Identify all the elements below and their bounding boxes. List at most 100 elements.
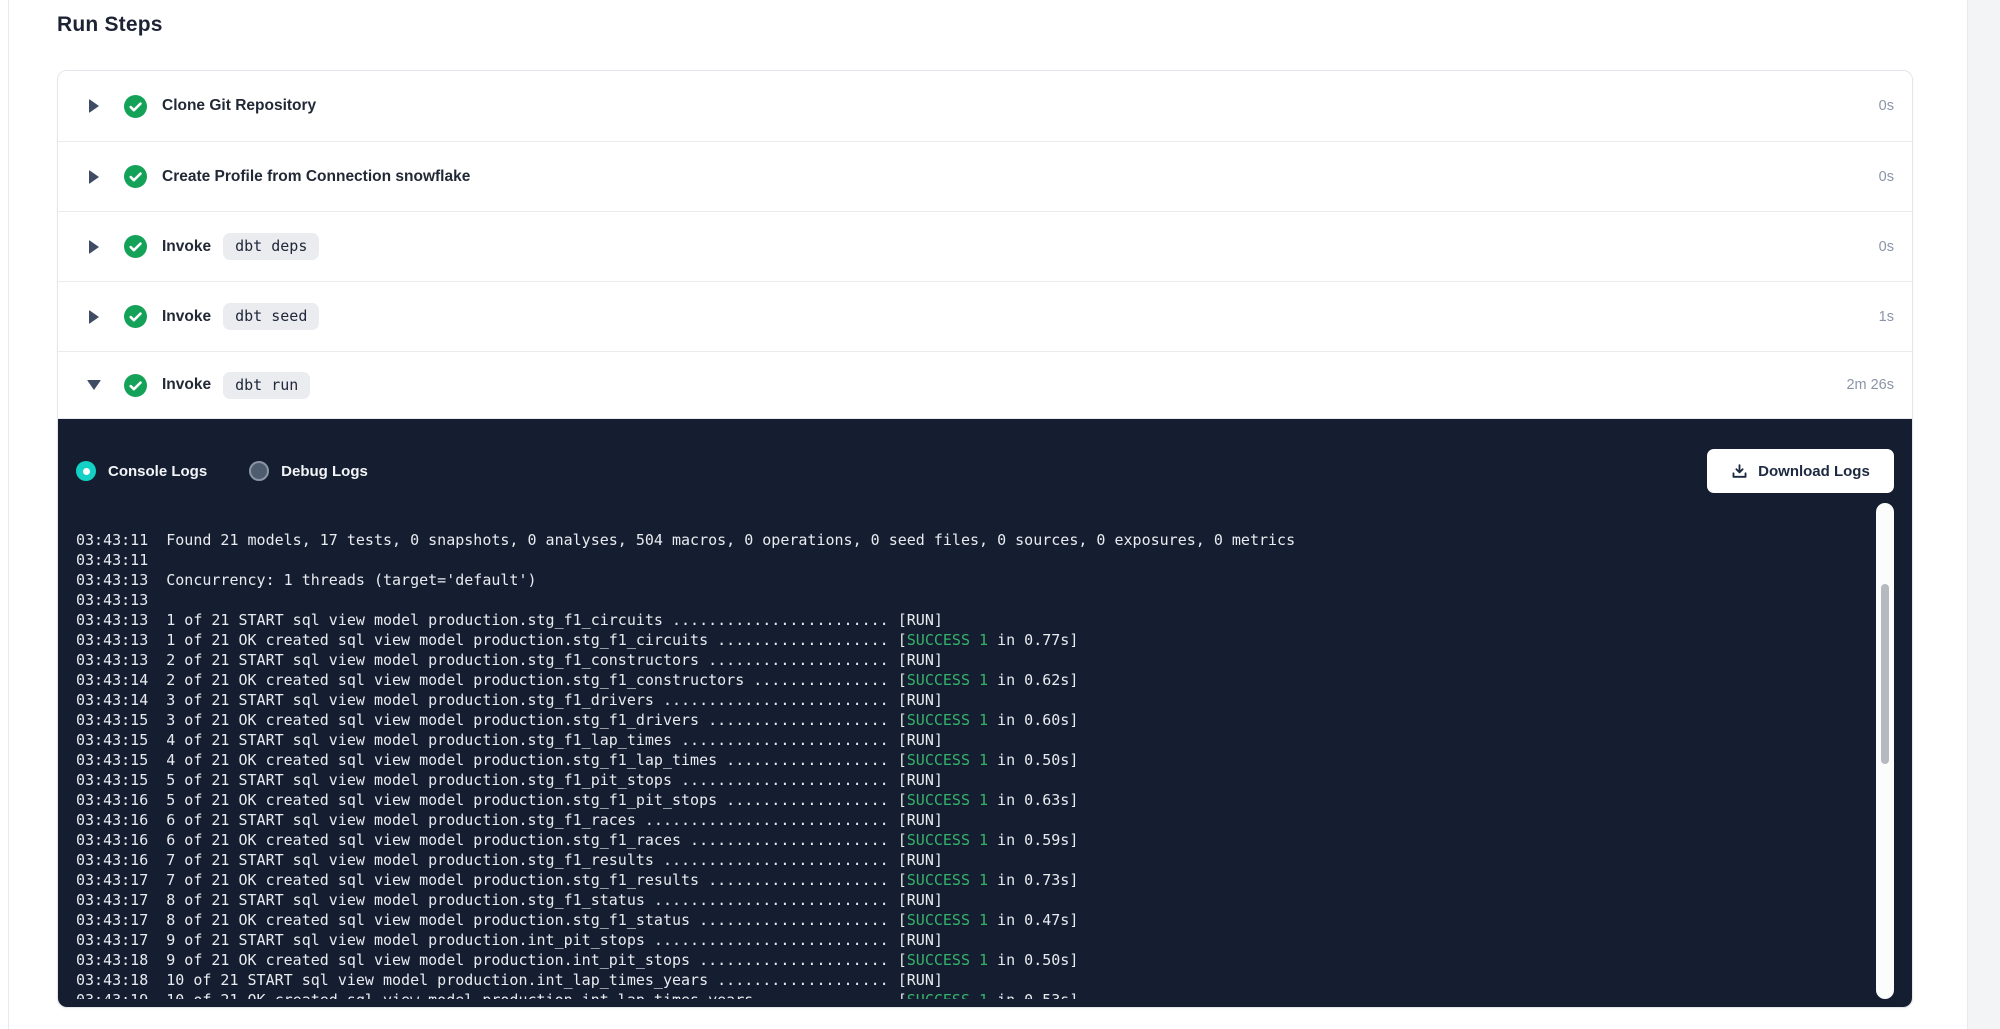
log-line: 03:43:16 6 of 21 OK created sql view mode… <box>76 830 1912 850</box>
log-tail: in 0.50s] <box>988 951 1078 969</box>
log-time: 03:43:15 <box>76 771 148 789</box>
log-line: 03:43:154 of 21 START sql view model pro… <box>76 730 1912 750</box>
radio-unselected-icon[interactable] <box>249 461 269 481</box>
download-icon <box>1731 463 1748 480</box>
log-text: 6 of 21 START sql view model production.… <box>166 811 943 829</box>
log-text: 10 of 21 START sql view model production… <box>166 971 943 989</box>
log-success: SUCCESS 1 <box>907 911 988 929</box>
step-row-invoke-dbt-deps[interactable]: Invoke dbt deps 0s <box>58 211 1912 281</box>
tab-debug-logs[interactable]: Debug Logs <box>249 461 368 481</box>
log-text: 4 of 21 OK created sql view model produc… <box>166 751 907 769</box>
success-check-icon <box>124 374 147 397</box>
log-time: 03:43:11 <box>76 531 148 549</box>
step-title: Invoke <box>162 308 211 326</box>
console-log-panel: Console Logs Debug Logs Download Logs 03… <box>58 418 1912 1007</box>
run-steps-card: Clone Git Repository 0s Create Profile f… <box>57 70 1913 1008</box>
log-line: 03:43:15 3 of 21 OK created sql view mode… <box>76 710 1912 730</box>
log-line: 03:43:14 2 of 21 OK created sql view mode… <box>76 670 1912 690</box>
step-duration: 2m 26s <box>1846 377 1894 393</box>
chevron-right-icon[interactable] <box>88 99 100 113</box>
log-line: 03:43:16 6 of 21 START sql view model pro… <box>76 810 1912 830</box>
log-time: 03:43:15 <box>76 711 148 729</box>
log-text: 8 of 21 START sql view model production.… <box>166 891 943 909</box>
success-check-icon <box>124 235 147 258</box>
log-line: 03:43:13Concurrency: 1 threads (target='… <box>76 570 1912 590</box>
log-line: 03:43:143 of 21 START sql view model pro… <box>76 690 1912 710</box>
log-tail: in 0.59s] <box>988 831 1078 849</box>
download-logs-button[interactable]: Download Logs <box>1707 449 1894 493</box>
panel-left-border <box>8 0 9 1029</box>
log-line: 03:43:178 of 21 OK created sql view mode… <box>76 910 1912 930</box>
tab-console-logs[interactable]: Console Logs <box>76 461 207 481</box>
log-text: 6 of 21 OK created sql view model produc… <box>166 831 907 849</box>
success-check-icon <box>124 305 147 328</box>
log-scrollbar-track[interactable] <box>1876 503 1894 999</box>
log-line: 03:43:18 10 of 21 START sql view model pr… <box>76 970 1912 990</box>
log-time: 03:43:13 <box>76 611 148 629</box>
log-line: 03:43:15 4 of 21 OK created sql view mode… <box>76 750 1912 770</box>
log-text: 8 of 21 OK created sql view model produc… <box>166 911 907 929</box>
log-time: 03:43:11 <box>76 551 148 569</box>
log-time: 03:43:13 <box>76 631 148 649</box>
radio-selected-icon[interactable] <box>76 461 96 481</box>
log-tail: in 0.77s] <box>988 631 1078 649</box>
log-success: SUCCESS 1 <box>907 871 988 889</box>
log-line: 03:43:178 of 21 START sql view model pro… <box>76 890 1912 910</box>
chevron-right-icon[interactable] <box>88 170 100 184</box>
run-steps-panel: Run Steps Clone Git Repository 0s Create… <box>57 0 1913 1008</box>
step-row-clone-git-repository[interactable]: Clone Git Repository 0s <box>58 71 1912 141</box>
log-text: 7 of 21 START sql view model production.… <box>166 851 943 869</box>
log-time: 03:43:16 <box>76 851 148 869</box>
log-time: 03:43:18 <box>76 971 148 989</box>
chevron-down-icon[interactable] <box>88 380 100 390</box>
tab-debug-logs-label[interactable]: Debug Logs <box>281 463 368 480</box>
log-line: 03:43:13 1 of 21 START sql view model pro… <box>76 610 1912 630</box>
log-success: SUCCESS 1 <box>907 671 988 689</box>
success-check-icon <box>124 165 147 188</box>
log-time: 03:43:18 <box>76 951 148 969</box>
log-time: 03:43:15 <box>76 751 148 769</box>
log-text: Found 21 models, 17 tests, 0 snapshots, … <box>166 531 1295 549</box>
step-row-invoke-dbt-seed[interactable]: Invoke dbt seed 1s <box>58 281 1912 351</box>
log-line: 03:43:13 <box>76 590 1912 610</box>
log-scrollbar-thumb[interactable] <box>1881 584 1889 764</box>
step-duration: 0s <box>1879 239 1894 255</box>
log-line: 03:43:11 Found 21 models, 17 tests, 0 sna… <box>76 530 1912 550</box>
log-line: 03:43:179 of 21 START sql view model pro… <box>76 930 1912 950</box>
log-text: 3 of 21 OK created sql view model produc… <box>166 711 907 729</box>
log-tail: in 0.53s] <box>988 991 1078 999</box>
log-tail: in 0.47s] <box>988 911 1078 929</box>
log-time: 03:43:16 <box>76 811 148 829</box>
chevron-right-icon[interactable] <box>88 310 100 324</box>
step-duration: 0s <box>1879 169 1894 185</box>
log-time: 03:43:17 <box>76 931 148 949</box>
log-text: 9 of 21 OK created sql view model produc… <box>166 951 907 969</box>
chevron-right-icon[interactable] <box>88 240 100 254</box>
download-logs-label: Download Logs <box>1758 463 1870 480</box>
log-text: 5 of 21 OK created sql view model produc… <box>166 791 907 809</box>
log-tail: in 0.62s] <box>988 671 1078 689</box>
log-line: 03:43:17 7 of 21 OK created sql view mode… <box>76 870 1912 890</box>
console-header: Console Logs Debug Logs Download Logs <box>58 419 1912 493</box>
log-time: 03:43:14 <box>76 691 148 709</box>
log-line: 03:43:132 of 21 START sql view model pro… <box>76 650 1912 670</box>
log-success: SUCCESS 1 <box>907 751 988 769</box>
tab-console-logs-label[interactable]: Console Logs <box>108 463 207 480</box>
log-area[interactable]: 03:43:11 Found 21 models, 17 tests, 0 sna… <box>58 499 1912 999</box>
step-row-invoke-dbt-run[interactable]: Invoke dbt run 2m 26s <box>58 351 1912 418</box>
log-time: 03:43:14 <box>76 671 148 689</box>
log-time: 03:43:13 <box>76 651 148 669</box>
log-success: SUCCESS 1 <box>907 631 988 649</box>
log-time: 03:43:16 <box>76 831 148 849</box>
log-text: 5 of 21 START sql view model production.… <box>166 771 943 789</box>
command-badge: dbt seed <box>223 303 319 330</box>
log-time: 03:43:19 <box>76 991 148 999</box>
log-text: 7 of 21 OK created sql view model produc… <box>166 871 907 889</box>
log-time: 03:43:17 <box>76 871 148 889</box>
log-text: 10 of 21 OK created sql view model produ… <box>166 991 907 999</box>
log-text: 2 of 21 OK created sql view model produc… <box>166 671 907 689</box>
log-text: 1 of 21 OK created sql view model produc… <box>166 631 907 649</box>
step-row-create-profile[interactable]: Create Profile from Connection snowflake… <box>58 141 1912 211</box>
page-right-gutter <box>1967 0 2000 1029</box>
log-text: 1 of 21 START sql view model production.… <box>166 611 943 629</box>
